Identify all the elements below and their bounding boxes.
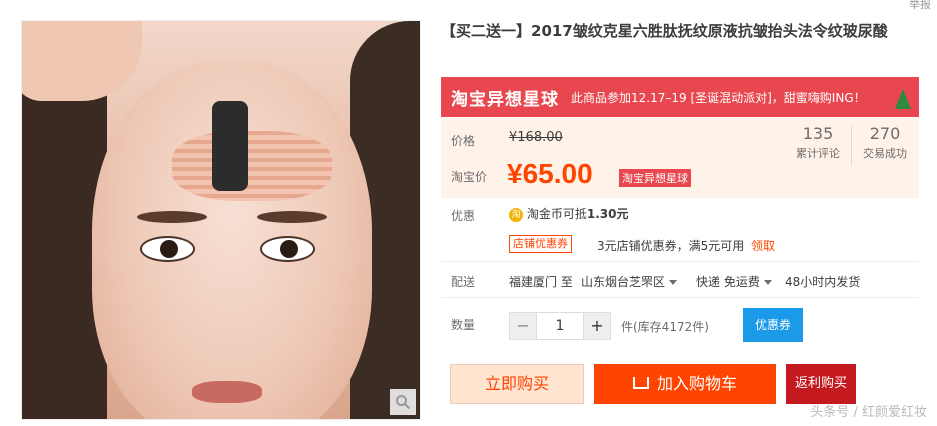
claim-coupon-link[interactable]: 领取 bbox=[751, 237, 775, 254]
watermark: 头条号 / 红颜爱红妆 bbox=[810, 405, 927, 420]
coupon-button[interactable]: 优惠券 bbox=[743, 308, 803, 342]
cart-icon bbox=[632, 376, 649, 389]
sales-count-caption: 交易成功 bbox=[863, 147, 907, 160]
taobao-coin-icon: 淘 bbox=[509, 207, 523, 222]
banner-logo: 淘宝异想星球 bbox=[451, 89, 559, 110]
divider bbox=[441, 297, 919, 298]
original-price: ¥168.00 bbox=[509, 130, 563, 145]
buy-now-button[interactable]: 立即购买 bbox=[450, 364, 584, 404]
delivery-label: 配送 bbox=[451, 275, 476, 289]
add-to-cart-button[interactable]: 加入购物车 bbox=[594, 364, 776, 404]
christmas-tree-icon bbox=[895, 89, 911, 109]
quantity-input[interactable]: 1 bbox=[536, 313, 584, 339]
product-title: 【买二送一】2017皱纹克星六胜肽抚纹原液抗皱抬头法令纹玻尿酸 bbox=[441, 22, 888, 40]
review-count-number: 135 bbox=[802, 124, 834, 143]
coin-offer-text: 淘金币可抵 bbox=[526, 207, 587, 221]
eye-left bbox=[140, 236, 195, 262]
ship-from: 福建厦门 至 bbox=[509, 275, 573, 289]
ship-time: 48小时内发货 bbox=[785, 275, 861, 289]
divider bbox=[441, 261, 919, 262]
promo-banner[interactable]: 淘宝异想星球 此商品参加12.17–19 [圣诞混动派对]，甜蜜嗨购ING！ bbox=[441, 77, 919, 117]
shipping-method-text: 快递 免运费 bbox=[696, 275, 760, 289]
forehead-wrinkle bbox=[172, 131, 332, 201]
quantity-label: 数量 bbox=[451, 318, 476, 332]
increment-button[interactable]: + bbox=[584, 313, 610, 339]
coin-amount: 1.30元 bbox=[586, 207, 629, 221]
quantity-stepper: − 1 + bbox=[509, 312, 611, 340]
promo-row: 优惠 淘 淘金币可抵1.30元 bbox=[441, 205, 919, 225]
promo-label: 优惠 bbox=[451, 209, 476, 223]
chevron-down-icon bbox=[669, 280, 678, 285]
add-to-cart-label: 加入购物车 bbox=[656, 374, 737, 393]
sales-count[interactable]: 270 交易成功 bbox=[853, 124, 917, 161]
chevron-down-icon bbox=[763, 280, 772, 285]
product-image[interactable] bbox=[21, 20, 421, 420]
tiny-figure bbox=[212, 101, 248, 191]
coin-offer: 淘 淘金币可抵1.30元 bbox=[509, 205, 628, 222]
mouth bbox=[192, 381, 262, 403]
rebate-buy-button[interactable]: 返利购买 bbox=[786, 364, 856, 404]
stat-divider bbox=[851, 126, 852, 166]
ship-to-text: 山东烟台芝罘区 bbox=[581, 275, 666, 289]
decrement-button[interactable]: − bbox=[510, 313, 536, 339]
eyebrow-left bbox=[137, 211, 207, 223]
hand bbox=[22, 21, 142, 101]
eye-right bbox=[260, 236, 315, 262]
price-label: 价格 bbox=[451, 134, 476, 148]
price-badge[interactable]: 淘宝异想星球 bbox=[619, 169, 691, 187]
stock-text: 件(库存4172件) bbox=[621, 320, 709, 334]
taobao-price-label: 淘宝价 bbox=[451, 170, 488, 184]
current-price: ¥65.00 bbox=[507, 158, 593, 189]
shipping-method-select[interactable]: 快递 免运费 bbox=[696, 273, 772, 290]
quantity-row: 数量 − 1 + 件(库存4172件) 优惠券 bbox=[441, 308, 919, 342]
delivery-row: 配送 福建厦门 至 山东烟台芝罘区 快递 免运费 48小时内发货 bbox=[441, 271, 919, 291]
review-count[interactable]: 135 累计评论 bbox=[786, 124, 850, 161]
shop-coupon-row: 店铺优惠券 3元店铺优惠券，满5元可用 领取 bbox=[441, 235, 919, 255]
sales-count-number: 270 bbox=[869, 124, 901, 143]
shop-coupon-tag: 店铺优惠券 bbox=[509, 235, 572, 253]
ship-to-select[interactable]: 山东烟台芝罘区 bbox=[581, 273, 678, 290]
eyebrow-right bbox=[257, 211, 327, 223]
report-link[interactable]: 举报 bbox=[909, 0, 931, 12]
zoom-icon[interactable] bbox=[390, 389, 416, 415]
price-panel: 价格 ¥168.00 淘宝价 ¥65.00 淘宝异想星球 135 累计评论 27… bbox=[441, 118, 919, 198]
banner-text: 此商品参加12.17–19 [圣诞混动派对]，甜蜜嗨购ING！ bbox=[571, 90, 866, 105]
review-count-caption: 累计评论 bbox=[796, 147, 840, 160]
shop-coupon-text: 3元店铺优惠券，满5元可用 bbox=[597, 239, 745, 253]
